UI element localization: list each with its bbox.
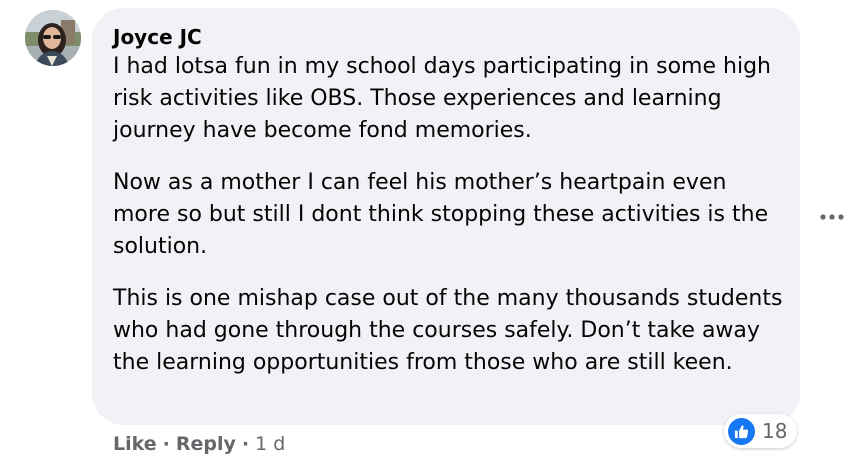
comment-paragraph: This is one mishap case out of the many … <box>113 286 783 375</box>
more-options-button[interactable] <box>816 203 848 231</box>
comment-actions: Like · Reply · 1 d <box>113 433 285 455</box>
avatar[interactable] <box>25 10 81 66</box>
separator: · <box>241 433 250 455</box>
separator: · <box>162 433 170 455</box>
comment-thread: Joyce JC I had lotsa fun in my school da… <box>0 0 868 463</box>
avatar-photo <box>25 10 81 66</box>
like-icon <box>728 417 755 445</box>
comment-author[interactable]: Joyce JC <box>113 25 202 49</box>
timestamp[interactable]: 1 d <box>255 433 285 455</box>
like-button[interactable]: Like <box>113 433 157 455</box>
reply-button[interactable]: Reply <box>176 433 236 455</box>
comment-text: I had lotsa fun in my school days partic… <box>113 51 788 379</box>
comment-paragraph: I had lotsa fun in my school days partic… <box>113 54 771 143</box>
comment-bubble: Joyce JC I had lotsa fun in my school da… <box>92 8 800 425</box>
more-options-icon <box>820 214 844 220</box>
reaction-count: 18 <box>762 419 788 443</box>
comment-paragraph: Now as a mother I can feel his mother’s … <box>113 170 769 259</box>
reaction-summary[interactable]: 18 <box>724 414 798 448</box>
